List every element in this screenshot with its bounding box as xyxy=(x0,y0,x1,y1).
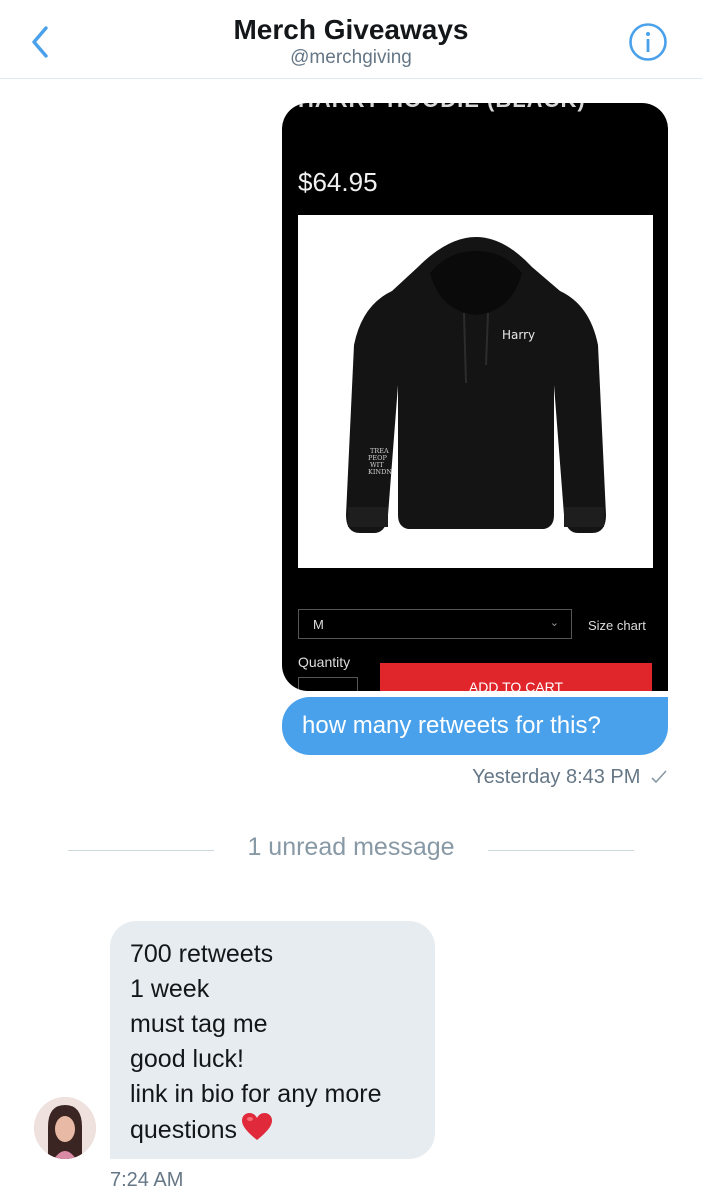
outgoing-time-text: Yesterday 8:43 PM xyxy=(472,766,641,788)
incoming-line: questions xyxy=(130,1116,238,1144)
chevron-down-icon: ⌄ xyxy=(549,617,559,629)
product-name: HARRY HOODIE (BLACK) xyxy=(298,103,586,113)
hoodie-chest-print: Harry xyxy=(502,328,535,342)
add-to-cart-button: ADD TO CART xyxy=(380,663,652,691)
conversation-handle: @merchgiving xyxy=(290,47,412,68)
heart-emoji-icon xyxy=(242,1113,273,1140)
incoming-line: good luck! xyxy=(130,1045,244,1073)
size-value: M xyxy=(313,617,324,632)
quantity-field xyxy=(298,677,358,691)
size-select[interactable]: M ⌄ xyxy=(298,609,572,639)
incoming-message[interactable]: 700 retweets 1 week must tag me good luc… xyxy=(110,921,435,1159)
divider-line-right xyxy=(488,850,634,851)
conversation-title: Merch Giveaways xyxy=(233,14,469,45)
info-button[interactable] xyxy=(628,22,668,62)
incoming-line: must tag me xyxy=(130,1010,268,1038)
avatar[interactable] xyxy=(34,1097,96,1159)
product-photo: TREA PEOP WIT KINDN Harry xyxy=(298,215,653,568)
size-chart-link: Size chart xyxy=(588,618,646,633)
quantity-label: Quantity xyxy=(298,654,351,670)
shared-image-message[interactable]: HARRY HOODIE (BLACK) $64.95 TREAPEOPWITK… xyxy=(282,103,668,691)
hoodie-image: TREA PEOP WIT KINDN Harry xyxy=(346,237,606,533)
conversation-header: Merch Giveaways @merchgiving xyxy=(0,0,702,79)
outgoing-message[interactable]: how many retweets for this? xyxy=(282,697,668,755)
incoming-line: link in bio for any more xyxy=(130,1080,382,1108)
incoming-last-line: questions xyxy=(130,1112,415,1148)
checkmark-icon xyxy=(651,770,667,784)
product-price: $64.95 xyxy=(298,167,378,197)
incoming-line: 1 week xyxy=(130,975,210,1003)
incoming-timestamp: 7:24 AM xyxy=(110,1169,184,1191)
profile-photo xyxy=(34,1097,96,1159)
info-icon xyxy=(629,23,667,61)
unread-divider: 1 unread message xyxy=(247,833,455,861)
incoming-line: 700 retweets xyxy=(130,940,274,968)
outgoing-timestamp: Yesterday 8:43 PM xyxy=(472,766,668,789)
